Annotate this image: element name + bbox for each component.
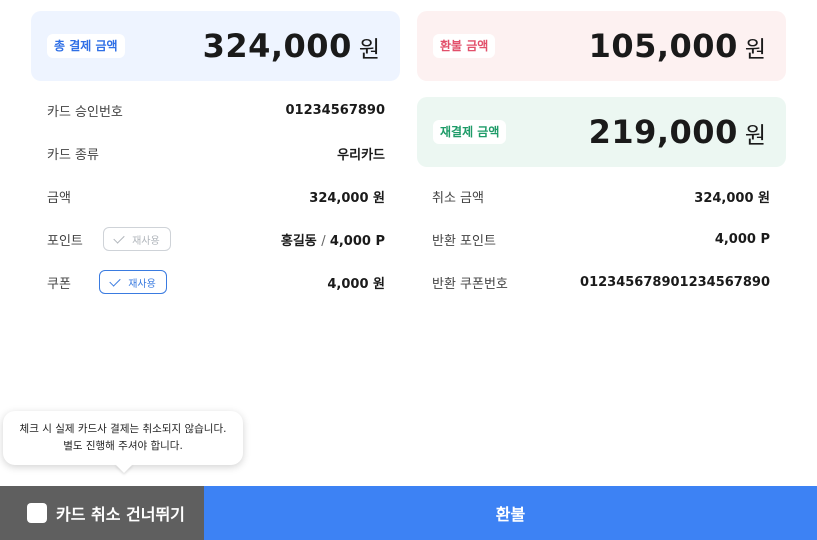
return-points-value: 4,000 P: [714, 231, 770, 247]
skip-card-cancel-tooltip: 체크 시 실제 카드사 결제는 취소되지 않습니다. 별도 진행해 주셔야 합니…: [3, 411, 243, 465]
return-points-label: 반환 포인트: [432, 233, 496, 249]
refund-button[interactable]: 환불: [204, 486, 817, 540]
skip-card-cancel-checkbox[interactable]: 카드 취소 건너뛰기: [0, 486, 204, 540]
cancel-amount-value: 324,000 원: [694, 190, 770, 206]
repayment-amount-value: 219,000: [588, 113, 738, 151]
refund-amount-badge: 환불 금액: [433, 34, 496, 58]
approval-number-row: 카드 승인번호 01234567890: [47, 98, 385, 122]
refund-amount: 105,000 원: [589, 27, 766, 65]
cancel-amount-label: 취소 금액: [432, 190, 484, 206]
approval-number-label: 카드 승인번호: [47, 104, 123, 120]
repayment-amount-unit: 원: [744, 123, 766, 149]
total-payment-amount: 324,000 원: [203, 27, 380, 65]
points-separator: /: [321, 233, 330, 249]
points-label: 포인트: [47, 233, 83, 249]
return-coupon-value: 012345678901234567890: [580, 274, 770, 290]
coupon-label: 쿠폰: [47, 276, 71, 292]
amount-value: 324,000 원: [309, 190, 385, 206]
total-payment-badge: 총 결제 금액: [47, 34, 125, 58]
refund-amount-unit: 원: [744, 37, 766, 63]
cancel-amount-row: 취소 금액 324,000 원: [432, 184, 770, 208]
refund-amount-value: 105,000: [588, 27, 738, 65]
repayment-amount: 219,000 원: [589, 113, 766, 151]
card-type-value: 우리카드: [337, 147, 385, 163]
card-type-label: 카드 종류: [47, 147, 99, 163]
total-payment-unit: 원: [358, 37, 380, 63]
amount-row: 금액 324,000 원: [47, 184, 385, 208]
check-icon: [113, 231, 125, 244]
total-payment-value: 324,000: [202, 27, 352, 65]
approval-number-value: 01234567890: [285, 102, 386, 118]
check-icon: [109, 274, 121, 287]
points-value-group: 홍길동 / 4,000 P: [281, 230, 385, 249]
points-reuse-toggle[interactable]: 재사용: [102, 227, 171, 251]
checkbox-icon[interactable]: [27, 503, 47, 523]
points-reuse-label: 재사용: [132, 235, 160, 247]
return-coupon-row: 반환 쿠폰번호 012345678901234567890: [432, 270, 770, 294]
refund-amount-card: 환불 금액 105,000 원: [417, 11, 786, 81]
points-value: 4,000 P: [329, 233, 385, 249]
amount-label: 금액: [47, 190, 71, 206]
points-holder: 홍길동: [280, 233, 317, 249]
coupon-row: 쿠폰 재사용 4,000 원: [47, 270, 385, 294]
tooltip-line-1: 체크 시 실제 카드사 결제는 취소되지 않습니다.: [19, 423, 227, 435]
return-coupon-label: 반환 쿠폰번호: [432, 276, 508, 292]
repayment-amount-badge: 재결제 금액: [433, 120, 507, 144]
bottom-action-bar: 카드 취소 건너뛰기 환불: [0, 486, 817, 540]
repayment-amount-card: 재결제 금액 219,000 원: [417, 97, 786, 167]
coupon-value: 4,000 원: [327, 276, 385, 292]
skip-card-cancel-label: 카드 취소 건너뛰기: [56, 505, 185, 524]
card-type-row: 카드 종류 우리카드: [47, 141, 385, 165]
tooltip-line-2: 별도 진행해 주셔야 합니다.: [63, 440, 183, 452]
return-points-row: 반환 포인트 4,000 P: [432, 227, 770, 251]
coupon-reuse-toggle[interactable]: 재사용: [99, 270, 167, 294]
coupon-reuse-label: 재사용: [128, 278, 156, 290]
points-row: 포인트 재사용 홍길동 / 4,000 P: [47, 227, 385, 251]
total-payment-card: 총 결제 금액 324,000 원: [31, 11, 400, 81]
